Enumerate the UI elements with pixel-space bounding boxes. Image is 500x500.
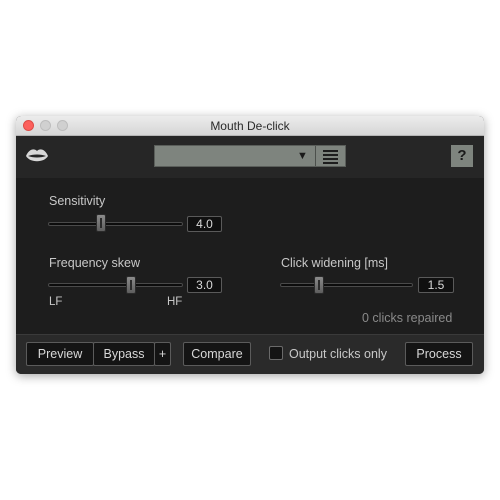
frequency-skew-min-label: LF xyxy=(49,296,63,308)
compare-button[interactable]: Compare xyxy=(183,342,251,366)
lips-icon xyxy=(26,149,48,162)
bypass-options-button[interactable]: + xyxy=(154,342,171,366)
click-widening-label: Click widening [ms] xyxy=(281,256,388,270)
sensitivity-slider-track[interactable] xyxy=(48,222,183,226)
frequency-skew-value-field[interactable]: 3.0 xyxy=(187,277,222,293)
footer-bar: Preview Bypass + Compare Output clicks o… xyxy=(16,334,484,374)
plugin-window: Mouth De-click ▼ ? Sensitivity 4.0 Frequ… xyxy=(16,116,484,374)
sensitivity-value-field[interactable]: 4.0 xyxy=(187,216,222,232)
status-text: 0 clicks repaired xyxy=(362,311,453,325)
frequency-skew-max-label: HF xyxy=(167,296,183,308)
frequency-skew-slider-thumb[interactable] xyxy=(125,276,136,294)
output-clicks-only-checkbox[interactable] xyxy=(269,346,283,360)
preview-button[interactable]: Preview xyxy=(26,342,94,366)
list-icon xyxy=(323,150,338,152)
sensitivity-label: Sensitivity xyxy=(49,194,106,208)
window-title: Mouth De-click xyxy=(210,119,290,133)
bypass-button[interactable]: Bypass xyxy=(93,342,155,366)
process-button[interactable]: Process xyxy=(405,342,473,366)
preset-menu-button[interactable] xyxy=(315,146,346,166)
preset-dropdown[interactable]: ▼ xyxy=(154,145,346,167)
sensitivity-slider-thumb[interactable] xyxy=(95,214,106,232)
frequency-skew-label: Frequency skew xyxy=(49,256,141,270)
help-button[interactable]: ? xyxy=(451,145,473,167)
title-bar[interactable]: Mouth De-click xyxy=(16,116,484,136)
click-widening-slider-track[interactable] xyxy=(280,283,413,287)
click-widening-value-field[interactable]: 1.5 xyxy=(418,277,454,293)
chevron-down-icon: ▼ xyxy=(297,150,308,162)
output-clicks-only-label[interactable]: Output clicks only xyxy=(289,347,387,361)
click-widening-slider-thumb[interactable] xyxy=(314,276,325,294)
header-bar: ▼ ? xyxy=(16,136,484,178)
frequency-skew-slider-track[interactable] xyxy=(48,283,183,287)
